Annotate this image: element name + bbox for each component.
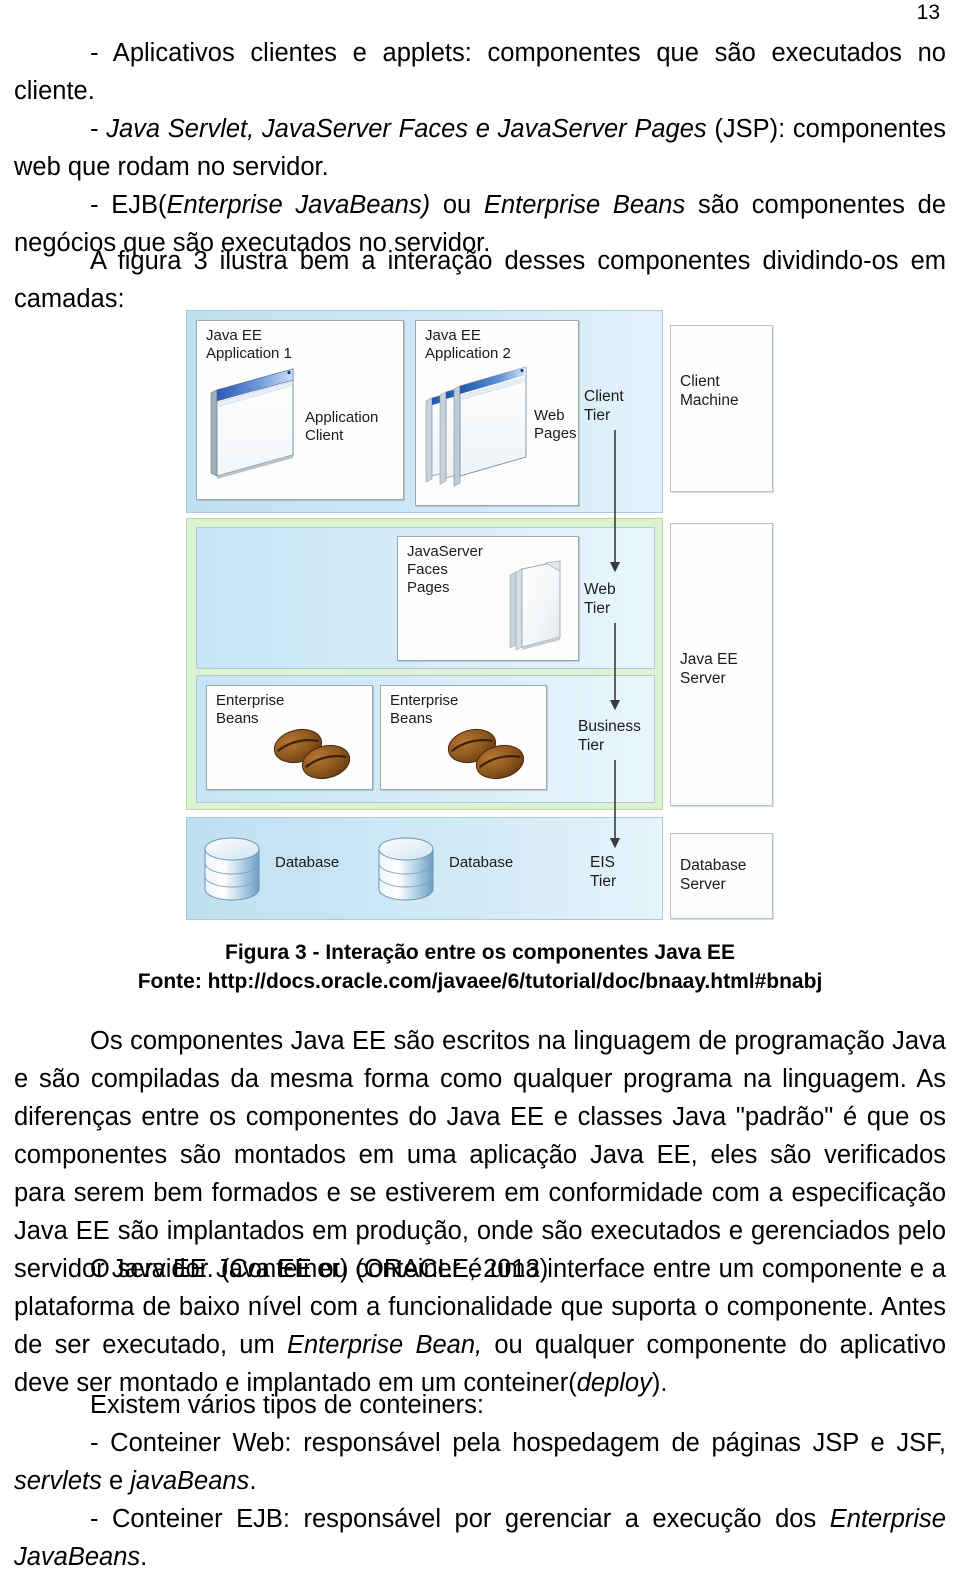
web-container-part-2: e (101, 1467, 131, 1495)
eb2-title: Enterprise Beans (390, 692, 459, 727)
jsf-pages-document-icon (506, 559, 568, 651)
app2-component-label: Web Pages (534, 407, 577, 442)
java-ee-application-2-box: Java EE Application 2 Web Pages (415, 320, 579, 506)
components-paragraph: Os componentes Java EE são escritos na l… (14, 1022, 946, 1288)
bullet-web-prefix: - (90, 115, 107, 143)
app1-title: Java EE Application 1 (206, 327, 292, 362)
enterprise-beans-box-1: Enterprise Beans (206, 685, 373, 790)
jsf-title: JavaServer Faces Pages (407, 543, 483, 596)
bullet-ejb-italic-2: Enterprise Beans (483, 191, 686, 219)
web-container-part-1: - Conteiner Web: responsável pela hosped… (90, 1429, 946, 1457)
app1-component-label: Application Client (305, 409, 379, 444)
tier-label-client: Client Tier (584, 388, 624, 424)
tier-label-business: Business Tier (578, 718, 641, 754)
web-container-italic-1: servlets (14, 1467, 102, 1495)
database-label-1: Database (275, 854, 340, 871)
java-ee-application-1-box: Java EE Application 1 Application Client (196, 320, 404, 500)
javaee-tier-diagram: Java EE Application 1 Application Client… (186, 305, 775, 925)
figure-caption: Figura 3 - Interação entre os componente… (0, 938, 960, 996)
client-machine-label: Client Machine (680, 373, 739, 409)
tier-label-eis: EIS Tier (590, 854, 617, 890)
coffee-beans-icon-1 (271, 724, 355, 782)
components-paragraph-text: Os componentes Java EE são escritos na l… (14, 1027, 946, 1283)
javaee-server-box: Java EE Server (670, 523, 773, 806)
page-number: 13 (916, 1, 940, 24)
database-cylinder-icon-2 (375, 836, 437, 902)
javaee-server-band: JavaServer Faces Pages Enterprise Beans … (186, 518, 663, 810)
web-container-italic-2: javaBeans (130, 1467, 250, 1495)
application-client-window-icon (205, 363, 297, 483)
bullet-client-applets: - Aplicativos clientes e applets: compon… (14, 34, 946, 110)
web-container-part-3: . (249, 1467, 257, 1495)
database-cylinder-icon-1 (201, 836, 263, 902)
enterprise-beans-box-2: Enterprise Beans (380, 685, 547, 790)
eb1-title: Enterprise Beans (216, 692, 285, 727)
ejb-container-part-2: . (140, 1543, 148, 1571)
server-container-text: O servidor Java EE ou conteiner é uma in… (14, 1250, 946, 1402)
coffee-beans-icon-2 (445, 724, 529, 782)
database-label-2: Database (449, 854, 514, 871)
bullet-ejb-prefix: - EJB( (90, 191, 167, 219)
tier-label-web: Web Tier (584, 581, 616, 617)
figure-3: Java EE Application 1 Application Client… (0, 305, 960, 930)
figure-caption-line-2: Fonte: http://docs.oracle.com/javaee/6/t… (137, 970, 823, 993)
database-server-label: Database Server (680, 857, 747, 893)
document-page: 13 - Aplicativos clientes e applets: com… (0, 0, 960, 1571)
javaee-server-label: Java EE Server (680, 651, 738, 687)
bullet-web-italic: Java Servlet, JavaServer Faces e JavaSer… (106, 115, 707, 143)
bullet-web-components: - Java Servlet, JavaServer Faces e JavaS… (14, 110, 946, 186)
bullet-ejb-italic-1: Enterprise JavaBeans) (166, 191, 431, 219)
client-machine-box: Client Machine (670, 325, 773, 492)
intro-bullets: - Aplicativos clientes e applets: compon… (14, 34, 946, 262)
server-container-paragraph: O servidor Java EE ou conteiner é uma in… (14, 1250, 946, 1402)
javaserver-faces-pages-box: JavaServer Faces Pages (397, 536, 579, 661)
figure-caption-line-1: Figura 3 - Interação entre os componente… (225, 941, 735, 964)
bullet-ejb-container: - Conteiner EJB: responsável por gerenci… (14, 1500, 946, 1576)
bullet-client-applets-text: - Aplicativos clientes e applets: compon… (14, 39, 946, 105)
container-types-intro: Existem vários tipos de conteiners: (90, 1391, 485, 1419)
server-para-italic-1: Enterprise Bean, (286, 1331, 483, 1359)
container-types: Existem vários tipos de conteiners: - Co… (14, 1386, 946, 1576)
bullet-web-container: - Conteiner Web: responsável pela hosped… (14, 1424, 946, 1500)
web-pages-icon (422, 357, 534, 487)
bullet-ejb-mid: ou (430, 191, 484, 219)
database-server-box: Database Server (670, 833, 773, 919)
ejb-container-part-1: - Conteiner EJB: responsável por gerenci… (90, 1505, 830, 1533)
